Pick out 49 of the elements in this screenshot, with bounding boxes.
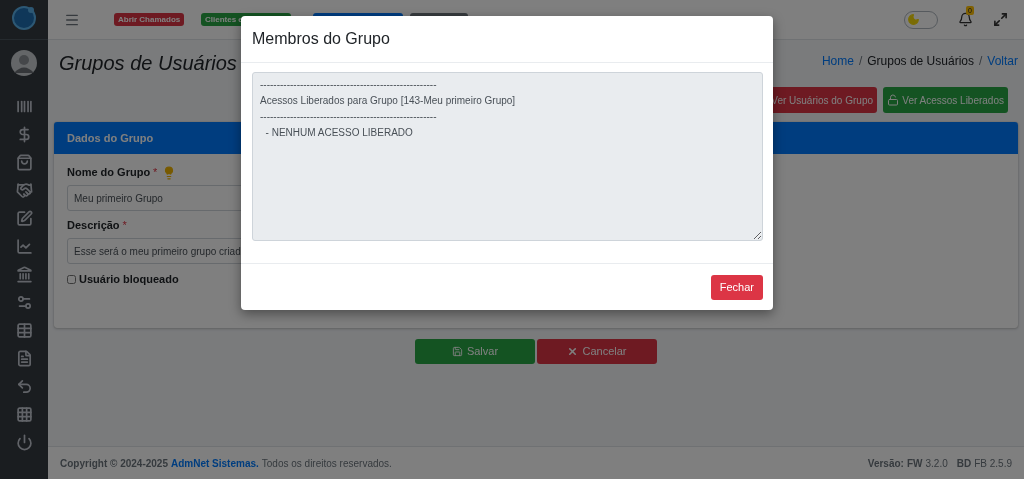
required-asterisk: *: [153, 165, 158, 181]
copyright-text: Copyright © 2024-2025: [60, 456, 168, 471]
moon-icon: [907, 13, 920, 26]
bank-icon[interactable]: [15, 266, 33, 283]
text-area[interactable]: ----------------------------------------------------- Acessos Liberados para Grupo [143-Meu primeiro Grupo] ----------------------------------------------------- - NENHUM ACESSO LIBERADO: [252, 72, 763, 241]
field-label: Nome do Grupo: [67, 165, 151, 181]
card-title: Dados do Grupo: [67, 130, 154, 146]
rights-text: Todos os direitos reservados.: [261, 456, 392, 471]
bd-label: BD: [956, 456, 972, 471]
save-icon: [451, 346, 463, 357]
barcode-icon[interactable]: [15, 98, 33, 115]
nav-badge[interactable]: Abrir Chamados: [114, 13, 184, 26]
bd-version: FB 2.5.9: [974, 456, 1012, 471]
breadcrumb-current: Grupos de Usuários: [867, 53, 974, 70]
power-icon[interactable]: [15, 434, 33, 451]
checkbox-label: Usuário bloqueado: [79, 272, 179, 287]
company-link[interactable]: AdmNet Sistemas.: [170, 455, 259, 471]
required-asterisk: *: [122, 218, 127, 234]
breadcrumb-separator: /: [978, 53, 983, 70]
page-title: Grupos de Usuários: [59, 51, 237, 76]
dark-mode-toggle[interactable]: [904, 10, 938, 29]
avatar[interactable]: [11, 50, 37, 76]
fullscreen-icon[interactable]: [993, 12, 1008, 27]
breadcrumb-link[interactable]: Home: [821, 52, 854, 70]
handshake-icon[interactable]: [15, 182, 33, 199]
breadcrumb-link[interactable]: Voltar: [987, 52, 1018, 70]
action-button[interactable]: Ver Acessos Liberados: [883, 87, 1008, 113]
version-label: Versão:: [867, 456, 904, 471]
close-icon: [567, 346, 579, 357]
close-button[interactable]: Fechar: [710, 274, 763, 300]
notifications-icon[interactable]: [958, 12, 973, 27]
logo-icon: [11, 5, 37, 31]
breadcrumb-separator: /: [858, 53, 863, 70]
edit-icon[interactable]: [15, 210, 33, 227]
grid-icon[interactable]: [15, 406, 33, 423]
field-label: Descrição: [67, 218, 120, 234]
fw-version: 3.2.0: [925, 456, 948, 471]
checkbox[interactable]: [67, 274, 76, 284]
bag-icon[interactable]: [15, 154, 33, 171]
form-button[interactable]: Salvar: [415, 339, 535, 364]
settings-icon[interactable]: [15, 294, 33, 311]
chart-icon[interactable]: [15, 238, 33, 255]
form-button[interactable]: Cancelar: [537, 339, 657, 364]
document-icon[interactable]: [15, 350, 33, 367]
table-icon[interactable]: [15, 322, 33, 339]
modal-title: Membros do Grupo: [252, 29, 390, 49]
reply-icon[interactable]: [15, 378, 33, 395]
fw-label: FW: [906, 456, 923, 471]
unlock-icon: [887, 94, 900, 106]
